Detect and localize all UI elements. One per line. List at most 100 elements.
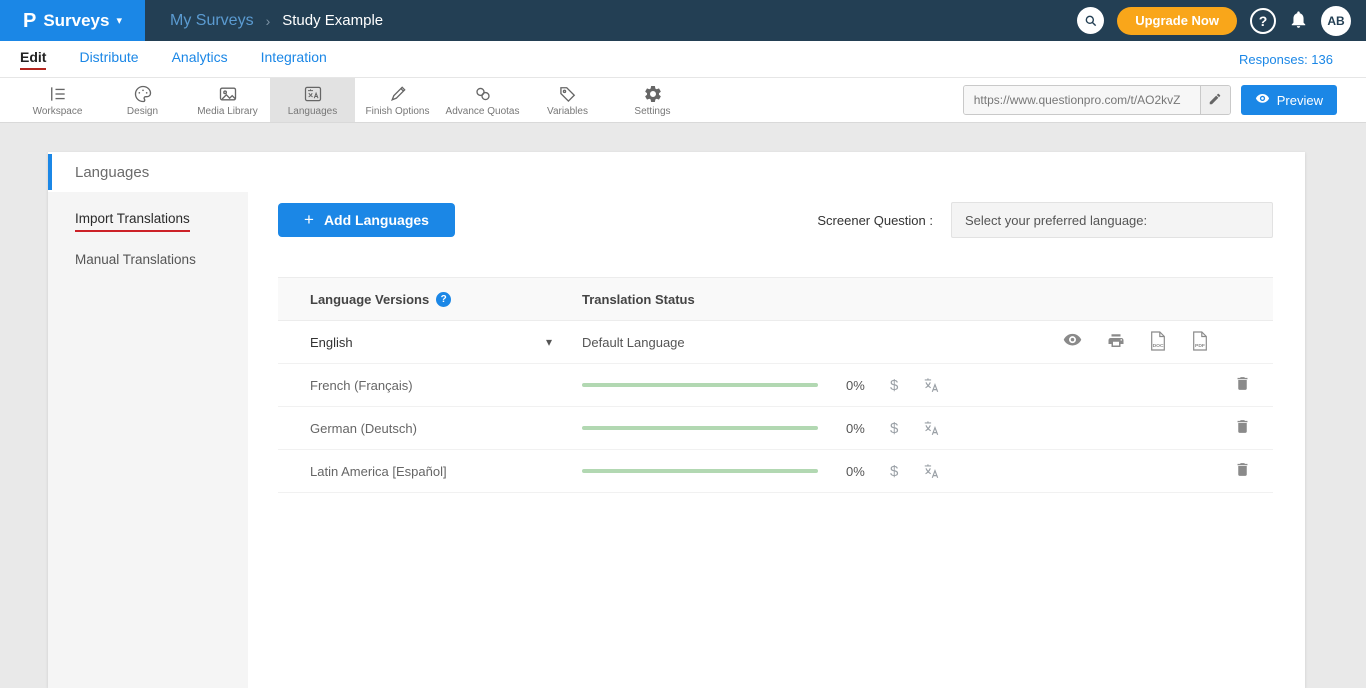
breadcrumb-current-survey: Study Example <box>282 12 383 29</box>
language-name: English <box>310 335 353 350</box>
product-label: Surveys <box>43 11 109 31</box>
workspace-icon <box>48 84 68 104</box>
tab-integration[interactable]: Integration <box>261 49 327 70</box>
tab-edit[interactable]: Edit <box>20 49 46 70</box>
trash-icon <box>1234 374 1251 396</box>
search-icon <box>1077 7 1104 34</box>
toolbar-item-label: Advance Quotas <box>446 106 520 117</box>
print-button[interactable] <box>1107 332 1125 353</box>
toolbar-item-finish-options[interactable]: Finish Options <box>355 78 440 122</box>
pdf-file-icon: PDF <box>1191 331 1209 354</box>
app-window: P Surveys ▾ My Surveys › Study Example U… <box>0 0 1366 688</box>
questionpro-logo-icon: P <box>23 11 36 31</box>
default-language-status: Default Language <box>582 335 685 350</box>
toolbar-item-label: Settings <box>634 106 670 117</box>
add-languages-button[interactable]: + Add Languages <box>278 203 455 237</box>
delete-language-button[interactable] <box>1234 374 1251 396</box>
tab-analytics[interactable]: Analytics <box>172 49 228 70</box>
variables-tag-icon <box>558 84 578 104</box>
eye-icon <box>1255 93 1270 108</box>
column-header-language-versions: Language Versions <box>310 292 429 307</box>
trash-icon <box>1234 460 1251 482</box>
printer-icon <box>1107 332 1125 353</box>
panel-title: Languages <box>48 164 149 181</box>
auto-translate-icon[interactable] <box>922 462 941 481</box>
translations-nav: Import Translations Manual Translations <box>48 192 248 688</box>
paid-translation-icon[interactable]: $ <box>890 463 898 480</box>
notifications-button[interactable] <box>1289 9 1308 33</box>
languages-icon <box>303 84 323 104</box>
svg-text:DOC: DOC <box>1153 342 1164 348</box>
user-avatar[interactable]: AB <box>1321 6 1351 36</box>
table-header-row: Language Versions ? Translation Status <box>278 277 1273 321</box>
toolbar-right-actions: Preview <box>963 78 1366 122</box>
preview-survey-button[interactable] <box>1062 333 1083 351</box>
auto-translate-icon[interactable] <box>922 419 941 438</box>
plus-icon: + <box>304 210 314 230</box>
nav-item-label: Import Translations <box>75 211 190 232</box>
export-doc-button[interactable]: DOC <box>1149 331 1167 354</box>
screener-question-group: Screener Question : Select your preferre… <box>817 202 1273 238</box>
toolbar-item-label: Design <box>127 106 158 117</box>
translation-percent: 0% <box>846 378 874 393</box>
help-icon[interactable]: ? <box>436 292 451 307</box>
toolbar-item-design[interactable]: Design <box>100 78 185 122</box>
table-row-french: French (Français) 0% $ <box>278 364 1273 407</box>
toolbar-item-settings[interactable]: Settings <box>610 78 695 122</box>
toolbar-item-label: Languages <box>288 106 338 117</box>
default-row-actions: DOC PDF <box>1062 331 1209 354</box>
chevron-down-icon: ▾ <box>116 14 122 27</box>
breadcrumb-my-surveys[interactable]: My Surveys <box>170 12 254 30</box>
breadcrumb: My Surveys › Study Example <box>170 12 383 30</box>
toolbar-item-advance-quotas[interactable]: Advance Quotas <box>440 78 525 122</box>
eye-icon <box>1062 333 1083 351</box>
toolbar-item-workspace[interactable]: Workspace <box>15 78 100 122</box>
chevron-down-icon[interactable]: ▾ <box>546 335 582 349</box>
toolbar-item-languages[interactable]: Languages <box>270 78 355 122</box>
nav-item-label: Manual Translations <box>75 252 196 267</box>
export-pdf-button[interactable]: PDF <box>1191 331 1209 354</box>
pencil-icon <box>1208 92 1222 109</box>
toolbar-item-label: Variables <box>547 106 588 117</box>
main-content: Languages Import Translations Manual Tra… <box>0 123 1366 688</box>
panel-header: Languages <box>48 152 1305 192</box>
screener-question-label: Screener Question : <box>817 213 933 228</box>
delete-language-button[interactable] <box>1234 417 1251 439</box>
search-button[interactable] <box>1077 7 1104 34</box>
survey-url-input[interactable] <box>964 86 1200 114</box>
translation-progress-bar <box>582 426 818 430</box>
languages-content: + Add Languages Screener Question : Sele… <box>248 192 1305 688</box>
toolbar-item-label: Media Library <box>197 106 258 117</box>
paid-translation-icon[interactable]: $ <box>890 420 898 437</box>
auto-translate-icon[interactable] <box>922 376 941 395</box>
language-name: Latin America [Español] <box>310 464 447 479</box>
survey-section-tabs: Edit Distribute Analytics Integration Re… <box>0 41 1366 78</box>
toolbar-item-media-library[interactable]: Media Library <box>185 78 270 122</box>
delete-language-button[interactable] <box>1234 460 1251 482</box>
finish-options-icon <box>388 84 408 104</box>
language-versions-table: Language Versions ? Translation Status E… <box>278 277 1273 493</box>
add-languages-label: Add Languages <box>324 212 429 228</box>
panel-accent-bar <box>48 154 52 190</box>
nav-item-import-translations[interactable]: Import Translations <box>48 198 248 239</box>
toolbar-item-variables[interactable]: Variables <box>525 78 610 122</box>
tab-distribute[interactable]: Distribute <box>79 49 138 70</box>
advance-quotas-icon <box>473 84 493 104</box>
upgrade-button[interactable]: Upgrade Now <box>1117 7 1237 35</box>
help-button[interactable]: ? <box>1250 8 1276 34</box>
paid-translation-icon[interactable]: $ <box>890 377 898 394</box>
product-switcher[interactable]: P Surveys ▾ <box>0 0 145 41</box>
translation-percent: 0% <box>846 464 874 479</box>
edit-url-button[interactable] <box>1200 86 1230 114</box>
breadcrumb-separator-icon: › <box>266 13 271 29</box>
responses-count[interactable]: Responses: 136 <box>1239 52 1333 67</box>
translation-progress-bar <box>582 383 818 387</box>
screener-question-select[interactable]: Select your preferred language: <box>951 202 1273 238</box>
toolbar-item-label: Finish Options <box>366 106 430 117</box>
toolbar-item-label: Workspace <box>33 106 83 117</box>
design-palette-icon <box>133 84 153 104</box>
top-navigation-bar: P Surveys ▾ My Surveys › Study Example U… <box>0 0 1366 41</box>
preview-button[interactable]: Preview <box>1241 85 1337 115</box>
languages-panel: Languages Import Translations Manual Tra… <box>48 152 1305 688</box>
nav-item-manual-translations[interactable]: Manual Translations <box>48 239 248 280</box>
